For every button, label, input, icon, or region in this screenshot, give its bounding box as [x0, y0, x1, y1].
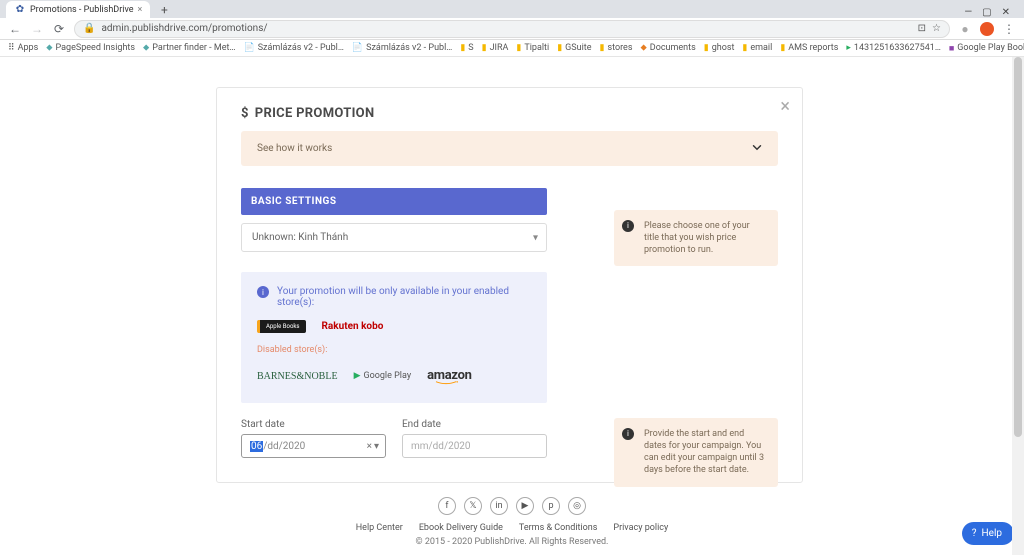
- tip-dates: i Provide the start and end dates for yo…: [614, 418, 778, 487]
- info-icon: i: [622, 428, 634, 440]
- barnes-noble-logo: BARNES&NOBLE: [257, 371, 338, 382]
- how-it-works-toggle[interactable]: See how it works: [241, 131, 778, 166]
- pinterest-icon[interactable]: p: [542, 497, 560, 515]
- promotion-modal: × $ PRICE PROMOTION See how it works BAS…: [216, 87, 803, 483]
- ext-icon[interactable]: ●: [958, 22, 972, 36]
- lock-icon: 🔒: [83, 23, 95, 34]
- tab-close-icon[interactable]: ×: [138, 5, 143, 15]
- copyright: © 2015 - 2020 PublishDrive. All Rights R…: [0, 537, 1024, 547]
- profile-avatar[interactable]: [980, 22, 994, 36]
- amazon-logo: amazon: [427, 367, 472, 385]
- bookmark[interactable]: ▮stores: [600, 43, 633, 53]
- bookmark[interactable]: 📄Számlázás v2 - Publ…: [243, 43, 343, 53]
- browser-tab[interactable]: ✿ Promotions - PublishDrive ×: [6, 1, 150, 18]
- title-select[interactable]: Unknown: Kinh Thánh ▾: [241, 223, 547, 252]
- window-min-icon[interactable]: —: [964, 7, 972, 18]
- help-button[interactable]: ? Help: [962, 522, 1014, 545]
- nav-forward-icon: →: [30, 22, 44, 36]
- bookmark[interactable]: ▮email: [742, 43, 772, 53]
- info-icon: i: [622, 220, 634, 232]
- close-icon[interactable]: ×: [780, 96, 790, 117]
- chevron-down-icon: [750, 140, 764, 157]
- start-date-month: 06: [250, 441, 263, 452]
- start-date-label: Start date: [241, 419, 386, 430]
- instagram-icon[interactable]: ◎: [568, 497, 586, 515]
- scrollbar[interactable]: [1012, 57, 1024, 555]
- bookmark[interactable]: ▮GSuite: [557, 43, 591, 53]
- kobo-logo: Rakuten kobo: [322, 321, 384, 332]
- apps-button[interactable]: ⠿Apps: [8, 43, 38, 53]
- start-date-input[interactable]: 06/dd/2020 ×▾: [241, 434, 386, 458]
- footer-link[interactable]: Privacy policy: [613, 523, 668, 533]
- bookmark[interactable]: 📄Számlázás v2 - Publ…: [352, 43, 452, 53]
- footer-link[interactable]: Terms & Conditions: [519, 523, 597, 533]
- window-close-icon[interactable]: ✕: [1002, 7, 1010, 18]
- address-bar[interactable]: 🔒 admin.publishdrive.com/promotions/ ⊡ ☆: [74, 20, 950, 38]
- bookmark[interactable]: ▸1431251633627541…: [846, 43, 940, 53]
- footer-link[interactable]: Ebook Delivery Guide: [419, 523, 503, 533]
- stores-box: i Your promotion will be only available …: [241, 272, 547, 403]
- favicon-icon: ✿: [14, 4, 26, 16]
- dollar-icon: $: [241, 106, 249, 121]
- bookmark[interactable]: ⬥Partner finder - Met…: [143, 43, 235, 53]
- help-icon: ?: [972, 528, 977, 539]
- tip-title: i Please choose one of your title that y…: [614, 210, 778, 266]
- end-date-label: End date: [402, 419, 547, 430]
- bookmark[interactable]: ▮JIRA: [482, 43, 509, 53]
- google-play-logo: ▶Google Play: [354, 371, 412, 381]
- dropdown-icon: ▾: [533, 232, 538, 243]
- disabled-label: Disabled store(s):: [257, 345, 531, 355]
- kebab-icon[interactable]: ⋮: [1002, 22, 1016, 36]
- modal-title: $ PRICE PROMOTION: [241, 106, 778, 121]
- apple-books-logo: Apple Books: [257, 320, 306, 333]
- youtube-icon[interactable]: ▶: [516, 497, 534, 515]
- twitter-icon[interactable]: 𝕏: [464, 497, 482, 515]
- bookmark[interactable]: ▮AMS reports: [780, 43, 838, 53]
- address-text: admin.publishdrive.com/promotions/: [101, 23, 267, 34]
- scroll-thumb[interactable]: [1014, 57, 1022, 437]
- new-tab-button[interactable]: +: [156, 2, 172, 18]
- pin-icon[interactable]: ⊡: [918, 23, 926, 34]
- nav-reload-icon[interactable]: ⟳: [52, 22, 66, 36]
- nav-back-icon[interactable]: ←: [8, 22, 22, 36]
- bookmark[interactable]: ⬥PageSpeed Insights: [46, 43, 135, 53]
- footer-links: Help Center Ebook Delivery Guide Terms &…: [0, 523, 1024, 533]
- bookmark[interactable]: ▮Tipalti: [516, 43, 549, 53]
- tab-title: Promotions - PublishDrive: [30, 5, 134, 15]
- bookmarks-bar: ⠿Apps ⬥PageSpeed Insights ⬥Partner finde…: [0, 40, 1024, 57]
- spinner-icon[interactable]: ▾: [374, 441, 379, 452]
- bookmark[interactable]: ▮S: [460, 43, 473, 53]
- bookmark[interactable]: ⬥Documents: [640, 43, 695, 53]
- bookmark[interactable]: ■Google Play Books i…: [949, 43, 1024, 54]
- info-icon: i: [257, 286, 269, 298]
- star-icon[interactable]: ☆: [932, 23, 941, 34]
- bookmark[interactable]: ▮ghost: [704, 43, 735, 53]
- linkedin-icon[interactable]: in: [490, 497, 508, 515]
- clear-icon[interactable]: ×: [367, 441, 372, 452]
- section-basic-settings: BASIC SETTINGS: [241, 188, 547, 215]
- social-row: f 𝕏 in ▶ p ◎: [0, 497, 1024, 515]
- facebook-icon[interactable]: f: [438, 497, 456, 515]
- end-date-input[interactable]: mm/dd/2020: [402, 434, 547, 458]
- window-max-icon[interactable]: ▢: [982, 7, 991, 18]
- footer-link[interactable]: Help Center: [356, 523, 403, 533]
